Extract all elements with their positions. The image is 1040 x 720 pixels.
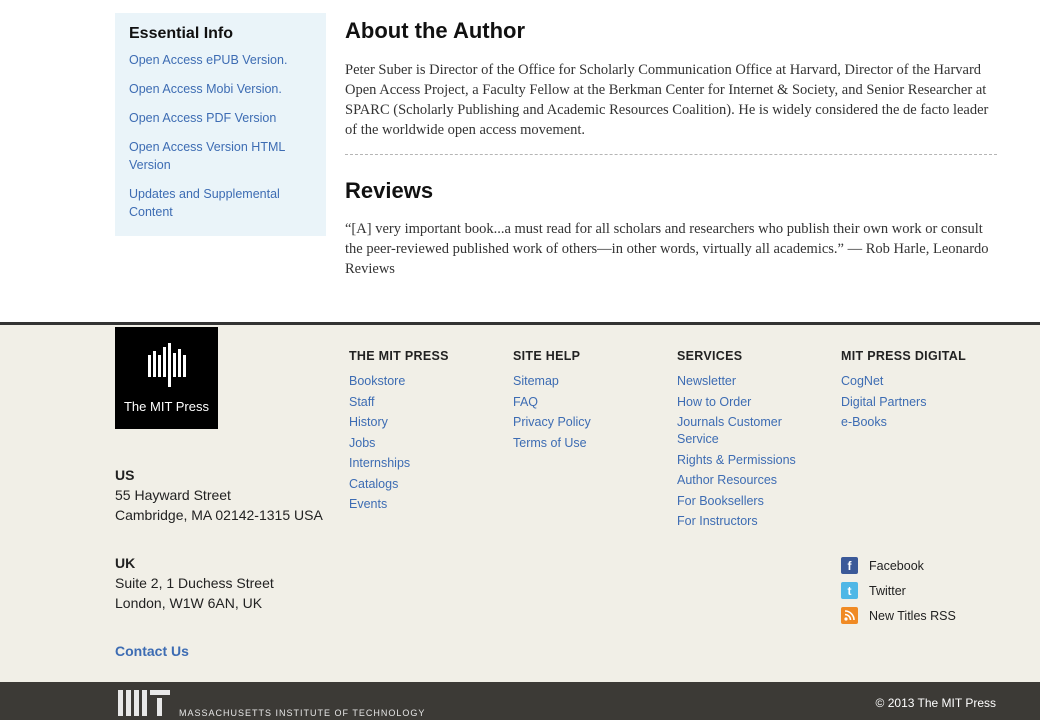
footer-link-faq[interactable]: FAQ [513, 394, 591, 411]
review-quote: “[A] very important book...a must read f… [345, 221, 989, 277]
footer-link-ebooks[interactable]: e-Books [841, 414, 966, 431]
mit-press-bars-icon [148, 343, 186, 387]
footer-link-staff[interactable]: Staff [349, 394, 449, 411]
reviews-heading: Reviews [345, 178, 434, 203]
facebook-icon: f [841, 557, 858, 574]
about-author-text: Peter Suber is Director of the Office fo… [345, 62, 989, 138]
uk-country-label: UK [115, 555, 136, 571]
sidebar-link-epub[interactable]: Open Access ePUB Version. [129, 51, 312, 69]
footer-link-booksellers[interactable]: For Booksellers [677, 493, 817, 510]
footer-link-catalogs[interactable]: Catalogs [349, 476, 449, 493]
uk-address-line2: London, W1W 6AN, UK [115, 595, 263, 611]
us-address: US 55 Hayward Street Cambridge, MA 02142… [115, 465, 323, 525]
footer-link-terms[interactable]: Terms of Use [513, 435, 591, 452]
social-facebook[interactable]: f Facebook [841, 553, 956, 578]
footer-link-rights[interactable]: Rights & Permissions [677, 452, 817, 469]
footer-col-digital: MIT PRESS DIGITAL CogNet Digital Partner… [841, 349, 966, 435]
footer-link-author-resources[interactable]: Author Resources [677, 472, 817, 489]
social-twitter[interactable]: t Twitter [841, 578, 956, 603]
about-author-heading: About the Author [345, 18, 526, 43]
bottom-bar: MASSACHUSETTS INSTITUTE OF TECHNOLOGY © … [0, 682, 1040, 720]
sidebar-title: Essential Info [129, 25, 234, 42]
copyright-text: © 2013 The MIT Press [875, 696, 996, 710]
footer-link-instructors[interactable]: For Instructors [677, 513, 817, 530]
footer-link-history[interactable]: History [349, 414, 449, 431]
footer-link-cognet[interactable]: CogNet [841, 373, 966, 390]
footer-link-internships[interactable]: Internships [349, 455, 449, 472]
uk-address: UK Suite 2, 1 Duchess Street London, W1W… [115, 553, 274, 613]
footer-col-title: SITE HELP [513, 349, 581, 363]
section-divider [345, 154, 997, 155]
footer-link-jobs[interactable]: Jobs [349, 435, 449, 452]
sidebar-link-mobi[interactable]: Open Access Mobi Version. [129, 80, 312, 98]
footer-link-journals-service[interactable]: Journals Customer Service [677, 414, 817, 448]
footer-link-newsletter[interactable]: Newsletter [677, 373, 817, 390]
mit-logo-icon[interactable] [118, 690, 170, 716]
footer-link-bookstore[interactable]: Bookstore [349, 373, 449, 390]
uk-address-line1: Suite 2, 1 Duchess Street [115, 575, 274, 591]
logo-text: The MIT Press [123, 399, 209, 414]
footer-col-site-help: SITE HELP Sitemap FAQ Privacy Policy Ter… [513, 349, 591, 455]
social-links: f Facebook t Twitter New Titles RSS [841, 553, 956, 628]
footer-link-how-to-order[interactable]: How to Order [677, 394, 817, 411]
footer-col-mit-press: THE MIT PRESS Bookstore Staff History Jo… [349, 349, 449, 517]
rss-icon [841, 607, 858, 624]
footer-link-privacy[interactable]: Privacy Policy [513, 414, 591, 431]
essential-info-sidebar: Essential Info Open Access ePUB Version.… [115, 13, 326, 236]
footer-col-title: MIT PRESS DIGITAL [841, 349, 967, 363]
social-label: Facebook [869, 558, 924, 573]
sidebar-link-updates[interactable]: Updates and Supplemental Content [129, 185, 312, 221]
mit-press-logo[interactable]: The MIT Press [115, 327, 218, 429]
social-rss[interactable]: New Titles RSS [841, 603, 956, 628]
footer-col-title: THE MIT PRESS [349, 349, 449, 363]
social-label: Twitter [869, 583, 906, 598]
footer-link-events[interactable]: Events [349, 496, 449, 513]
us-country-label: US [115, 467, 135, 483]
site-footer: The MIT Press US 55 Hayward Street Cambr… [0, 322, 1040, 682]
footer-col-title: SERVICES [677, 349, 743, 363]
sidebar-link-html[interactable]: Open Access Version HTML Version [129, 138, 312, 174]
footer-link-digital-partners[interactable]: Digital Partners [841, 394, 966, 411]
us-address-line2: Cambridge, MA 02142-1315 USA [115, 507, 323, 523]
contact-us-link[interactable]: Contact Us [115, 643, 189, 659]
institute-name: MASSACHUSETTS INSTITUTE OF TECHNOLOGY [179, 708, 426, 718]
social-label: New Titles RSS [869, 608, 956, 623]
twitter-icon: t [841, 582, 858, 599]
sidebar-link-pdf[interactable]: Open Access PDF Version [129, 109, 312, 127]
footer-col-services: SERVICES Newsletter How to Order Journal… [677, 349, 817, 534]
footer-link-sitemap[interactable]: Sitemap [513, 373, 591, 390]
us-address-line1: 55 Hayward Street [115, 487, 231, 503]
